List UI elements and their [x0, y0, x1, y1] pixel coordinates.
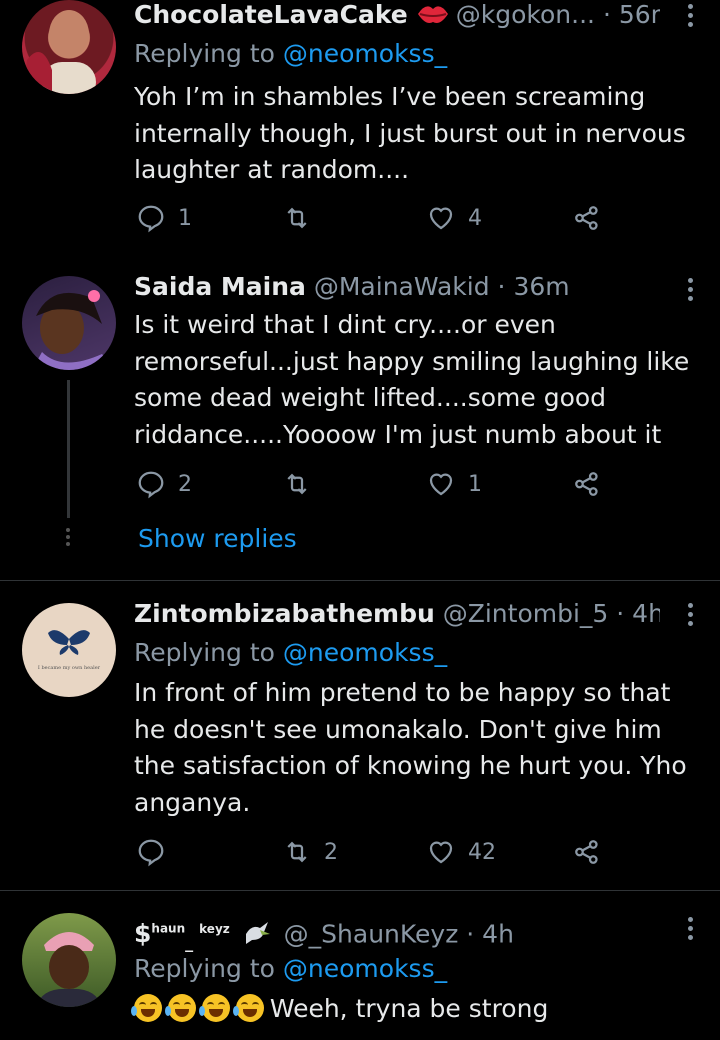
share-button[interactable]: [572, 469, 602, 499]
tweet-text: Is it weird that I dint cry....or even r…: [134, 310, 690, 449]
tweet-header: Zintombizabathembu @Zintombi_5 · 4h: [134, 598, 660, 630]
replying-to-mention[interactable]: @neomokss_: [283, 954, 447, 983]
laughing-emoji-icon: [164, 994, 196, 1022]
retweet-button[interactable]: [282, 469, 312, 499]
show-replies-link[interactable]: Show replies: [138, 524, 297, 553]
replying-to-label: Replying to: [134, 638, 275, 667]
butterfly-avatar: I became my own healer: [38, 630, 101, 671]
heart-icon: [429, 207, 453, 230]
reply-icon: [138, 839, 164, 867]
avatar-portrait: [22, 10, 96, 94]
more-options-icon[interactable]: [686, 278, 694, 305]
avatar[interactable]: [22, 276, 116, 370]
heart-icon: [429, 841, 453, 864]
tweet-text: In front of him pretend to be happy so t…: [134, 678, 687, 817]
replying-to: Replying to @neomokss_: [134, 637, 447, 669]
retweet-icon: [287, 473, 307, 495]
reply-button[interactable]: 1: [136, 203, 192, 233]
tweet-text: Weeh, tryna be strong: [131, 991, 700, 1028]
replying-to-label: Replying to: [134, 39, 275, 68]
reply-count: 1: [178, 205, 192, 231]
tweet-header: Saida Maina @MainaWakid · 36m: [134, 271, 660, 303]
avatar-portrait: [32, 290, 116, 370]
replying-to: Replying to @neomokss_: [134, 38, 447, 70]
avatar[interactable]: [22, 0, 116, 94]
avatar-caption: I became my own healer: [38, 665, 101, 671]
replying-to: Replying to @neomokss_: [134, 953, 447, 985]
more-options-icon[interactable]: [686, 4, 694, 31]
name-superscript: keyz: [199, 922, 230, 936]
name-prefix: $: [134, 919, 152, 949]
retweet-button[interactable]: 2: [282, 837, 338, 867]
share-button[interactable]: [572, 203, 602, 233]
name-superscript: haun: [151, 922, 186, 936]
retweet-button[interactable]: [282, 203, 312, 233]
retweet-count: 2: [324, 839, 338, 865]
thread-dots: [66, 528, 71, 549]
share-icon: [575, 472, 598, 496]
crying-emoji-icon: [232, 994, 264, 1022]
like-count: 1: [468, 471, 482, 497]
replying-to-mention[interactable]: @neomokss_: [283, 638, 447, 667]
laughing-emoji-icon: [131, 994, 162, 1022]
share-icon: [575, 840, 598, 864]
reply-icon: [138, 205, 164, 233]
tweet-2[interactable]: Saida Maina @MainaWakid · 36m Is it weir…: [0, 250, 720, 580]
reply-button[interactable]: 2: [136, 469, 192, 499]
like-count: 42: [468, 839, 496, 865]
laughing-emoji-icon: [198, 994, 230, 1022]
more-options-icon[interactable]: [686, 603, 694, 630]
tweet-actions: 2 42: [134, 837, 614, 873]
user-handle[interactable]: @_ShaunKeyz: [284, 919, 459, 948]
share-button[interactable]: [572, 837, 602, 867]
display-name[interactable]: ChocolateLavaCake: [134, 0, 408, 29]
more-options-icon[interactable]: [686, 917, 694, 944]
timestamp[interactable]: · 36m: [498, 272, 570, 301]
tweet-actions: 2 1: [134, 469, 614, 505]
avatar-portrait: [36, 932, 102, 1007]
like-button[interactable]: 1: [426, 469, 482, 499]
tweet-text: Yoh I’m in shambles I’ve been screaming …: [134, 82, 686, 184]
display-name[interactable]: Zintombizabathembu: [134, 599, 435, 628]
share-icon: [575, 206, 598, 230]
timestamp[interactable]: · 4h: [616, 599, 660, 628]
tweet-1[interactable]: ChocolateLavaCake @kgokon... · 56m Replyi…: [0, 0, 720, 250]
timestamp[interactable]: · 4h: [466, 919, 514, 948]
like-button[interactable]: 4: [426, 203, 482, 233]
dove-emoji-icon: [245, 922, 270, 945]
reply-button[interactable]: [136, 837, 166, 867]
retweet-icon: [287, 841, 307, 863]
like-count: 4: [468, 205, 482, 231]
reply-count: 2: [178, 471, 192, 497]
avatar[interactable]: [22, 913, 116, 1007]
display-name[interactable]: Saida Maina: [134, 272, 306, 301]
replying-to-mention[interactable]: @neomokss_: [283, 39, 447, 68]
tweet-text-content: Weeh, tryna be strong: [269, 994, 549, 1023]
replying-to-label: Replying to: [134, 954, 275, 983]
retweet-icon: [287, 207, 307, 229]
reply-icon: [138, 471, 164, 499]
avatar[interactable]: I became my own healer: [22, 603, 116, 697]
tweet-3[interactable]: I became my own healer Zintombizabathemb…: [0, 581, 720, 891]
user-handle[interactable]: @MainaWakid: [314, 272, 490, 301]
name-subscript: _: [185, 933, 194, 953]
like-button[interactable]: 42: [426, 837, 496, 867]
heart-icon: [429, 473, 453, 496]
tweet-header: ChocolateLavaCake @kgokon... · 56m: [134, 0, 660, 31]
user-handle[interactable]: @kgokon...: [456, 0, 595, 29]
thread-line: [67, 380, 70, 518]
display-name[interactable]: $haun_ keyz: [134, 919, 230, 952]
timestamp[interactable]: · 56m: [603, 0, 660, 29]
tweet-4[interactable]: $haun_ keyz @_ShaunKeyz · 4h Replying to …: [0, 891, 720, 1040]
lips-emoji-icon: [417, 6, 448, 23]
user-handle[interactable]: @Zintombi_5: [443, 599, 609, 628]
tweet-actions: 1 4: [134, 203, 614, 239]
